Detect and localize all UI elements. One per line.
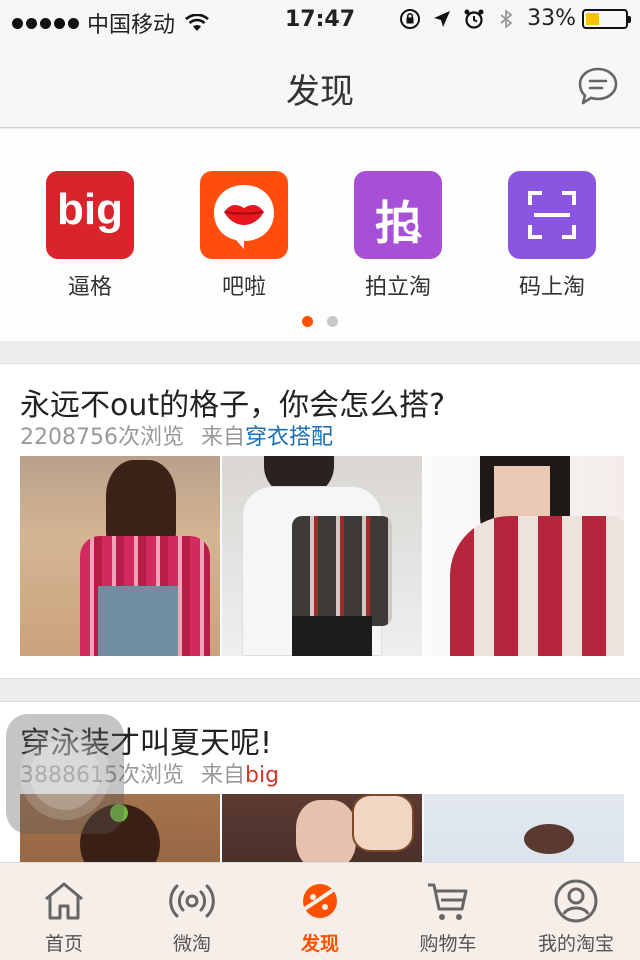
tab-discover[interactable]: 发现 [256, 863, 384, 960]
app-mashangtao[interactable]: 码上淘 [492, 171, 612, 301]
topic-image[interactable] [20, 456, 220, 656]
app-label: 逼格 [67, 275, 112, 300]
discover-planet-icon [299, 883, 342, 918]
page-title: 发现 [286, 72, 354, 112]
battery-indicator: 33% [527, 6, 631, 31]
app-tile [508, 171, 596, 259]
bluetooth-icon [500, 8, 513, 29]
app-tile: 拍 [354, 171, 442, 259]
cart-icon [428, 883, 468, 920]
app-tile [200, 171, 288, 259]
battery-icon [582, 8, 631, 29]
tab-bar: 首页 微淘 发现 购物车 我的淘宝 [0, 862, 640, 960]
tab-label: 微淘 [172, 933, 211, 955]
nav-bar: 发现 [0, 40, 640, 128]
source-prefix: 来自 [200, 763, 245, 788]
app-pailitao[interactable]: 拍 拍立淘 [338, 171, 458, 301]
topic-image[interactable] [222, 456, 422, 656]
source-prefix: 来自 [200, 425, 245, 450]
magnifier-icon [403, 219, 422, 238]
tab-label: 发现 [300, 933, 339, 955]
assistive-touch-circle [30, 740, 100, 810]
discover-apps-panel: big 逼格 吧啦 拍 拍立淘 码上淘 [0, 129, 640, 341]
tab-weitao[interactable]: 微淘 [128, 863, 256, 960]
app-tile: big [46, 171, 134, 259]
lips-speech-icon [214, 185, 274, 249]
tab-label: 购物车 [419, 933, 477, 955]
tab-home[interactable]: 首页 [0, 863, 128, 960]
source-link[interactable]: 穿衣搭配 [245, 425, 333, 450]
tab-cart[interactable]: 购物车 [384, 863, 512, 960]
topic-meta: 2208756次浏览 来自穿衣搭配 [20, 419, 333, 451]
orientation-lock-icon [400, 8, 421, 29]
page-indicator [0, 316, 640, 327]
status-right: 33% [399, 6, 631, 31]
app-label: 拍立淘 [364, 275, 431, 300]
topic-title: 永远不out的格子，你会怎么搭? [20, 388, 446, 423]
scan-frame-icon [528, 191, 576, 239]
tab-my-taobao[interactable]: 我的淘宝 [512, 863, 640, 960]
tab-label: 我的淘宝 [537, 933, 614, 955]
app-bala[interactable]: 吧啦 [184, 171, 304, 301]
battery-percent: 33% [527, 6, 576, 31]
app-label: 吧啦 [221, 275, 266, 300]
topic-card[interactable]: 永远不out的格子，你会怎么搭? 2208756次浏览 来自穿衣搭配 [0, 363, 640, 679]
location-arrow-icon [434, 10, 451, 27]
app-label: 码上淘 [518, 275, 585, 300]
alarm-clock-icon [464, 9, 484, 29]
chat-bubble-icon[interactable] [576, 64, 620, 108]
page-dot-active[interactable] [302, 316, 313, 327]
topic-image[interactable] [424, 456, 624, 656]
profile-icon [554, 879, 598, 923]
view-count: 2208756次浏览 [20, 425, 184, 450]
page-dot[interactable] [327, 316, 338, 327]
broadcast-icon [169, 884, 215, 918]
topic-images [20, 456, 624, 656]
assistive-touch-button[interactable] [6, 714, 124, 834]
status-bar: 中国移动 17:47 33% [0, 0, 640, 40]
app-bige[interactable]: big 逼格 [30, 171, 150, 301]
big-logo-icon: big [57, 185, 123, 234]
home-icon [45, 882, 83, 920]
source-link[interactable]: big [245, 763, 279, 788]
tab-label: 首页 [44, 933, 83, 955]
battery-fill [586, 12, 599, 25]
